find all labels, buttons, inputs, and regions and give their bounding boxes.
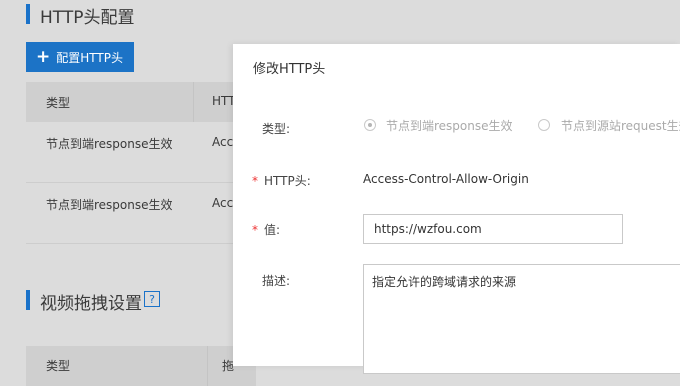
http-header-label: * HTTP头: bbox=[252, 174, 311, 188]
config-http-header-label: 配置HTTP头 bbox=[56, 50, 123, 65]
value-input[interactable]: https://wzfou.com bbox=[363, 214, 623, 244]
column-divider bbox=[193, 82, 194, 122]
help-icon[interactable]: ? bbox=[144, 291, 160, 307]
column-header-type: 类型 bbox=[46, 96, 71, 110]
radio-request-label[interactable]: 节点到源站request生效 bbox=[561, 117, 680, 134]
dialog-title: 修改HTTP头 bbox=[253, 62, 326, 77]
http-header-table: 类型 HTTP 节点到端response生效 Acc 节点到端response生… bbox=[26, 82, 256, 244]
edit-http-header-dialog: 修改HTTP头 类型: 节点到端response生效 节点到源站request生… bbox=[233, 44, 680, 374]
section-accent-bar bbox=[26, 4, 30, 24]
video-drag-table: 类型 拖 bbox=[26, 346, 256, 386]
row-type-cell: 节点到端response生效 bbox=[46, 137, 173, 151]
required-marker: * bbox=[252, 174, 258, 188]
radio-request[interactable] bbox=[538, 119, 550, 131]
table-header: 类型 HTTP bbox=[26, 82, 256, 122]
section-title-video-drag: 视频拖拽设置 bbox=[40, 294, 142, 314]
row-type-cell: 节点到端response生效 bbox=[46, 198, 173, 212]
http-header-value: Access-Control-Allow-Origin bbox=[363, 172, 529, 186]
plus-icon: + bbox=[36, 46, 51, 67]
description-textarea[interactable]: 指定允许的跨域请求的来源 bbox=[363, 264, 680, 374]
value-label: * 值: bbox=[252, 223, 281, 237]
column-divider bbox=[207, 346, 208, 386]
table-header: 类型 拖 bbox=[26, 346, 256, 386]
row-http-cell: Acc bbox=[212, 196, 234, 210]
table-row: 节点到端response生效 Acc bbox=[26, 122, 256, 183]
type-label: 类型: bbox=[262, 122, 291, 136]
row-http-cell: Acc bbox=[212, 135, 234, 149]
required-marker: * bbox=[252, 223, 258, 237]
section-accent-bar bbox=[26, 290, 30, 310]
section-title-http-header: HTTP头配置 bbox=[40, 8, 135, 28]
table-row: 节点到端response生效 Acc bbox=[26, 183, 256, 244]
description-label: 描述: bbox=[262, 274, 291, 288]
radio-response-label[interactable]: 节点到端response生效 bbox=[386, 117, 513, 134]
config-http-header-button[interactable]: + 配置HTTP头 bbox=[26, 42, 134, 72]
radio-response[interactable] bbox=[364, 119, 376, 131]
